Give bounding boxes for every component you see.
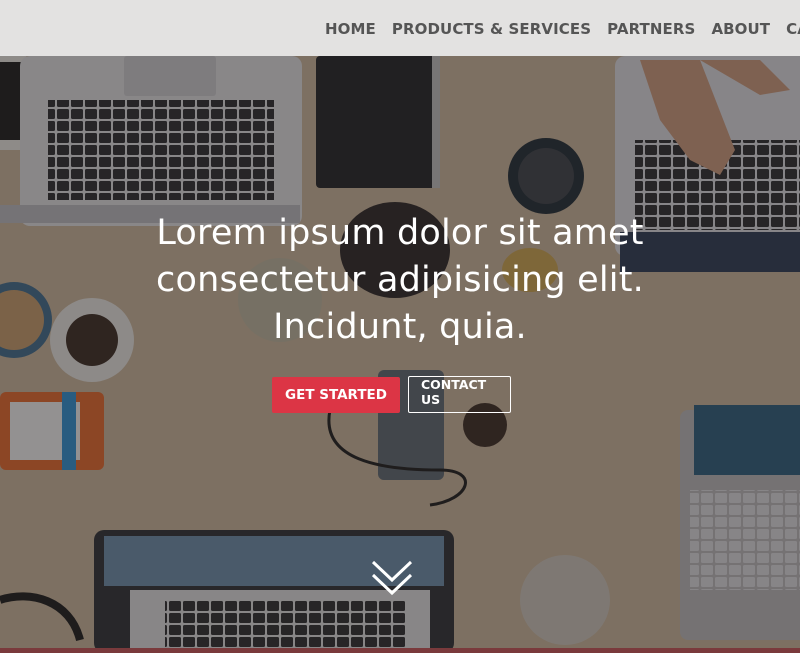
hero-heading-line-2: consectetur adipisicing elit.: [156, 260, 644, 300]
nav-link-about[interactable]: ABOUT: [711, 20, 770, 38]
nav-link-partners[interactable]: PARTNERS: [607, 20, 695, 38]
landing-page: HOME PRODUCTS & SERVICES PARTNERS ABOUT …: [0, 0, 800, 653]
next-section-edge: [0, 648, 800, 653]
nav-link-home[interactable]: HOME: [325, 20, 376, 38]
hero-heading-line-1: Lorem ipsum dolor sit amet: [156, 213, 644, 253]
get-started-button[interactable]: GET STARTED: [272, 377, 400, 413]
top-navbar: HOME PRODUCTS & SERVICES PARTNERS ABOUT …: [0, 0, 800, 56]
hero-button-group: GET STARTED CONTACT US: [272, 376, 511, 413]
nav-menu: HOME PRODUCTS & SERVICES PARTNERS ABOUT …: [325, 0, 800, 56]
nav-link-careers[interactable]: CAREERS: [786, 20, 800, 38]
contact-us-button[interactable]: CONTACT US: [408, 376, 511, 413]
hero-heading-line-3: Incidunt, quia.: [273, 307, 527, 347]
nav-link-products-services[interactable]: PRODUCTS & SERVICES: [392, 20, 591, 38]
double-chevron-down-icon[interactable]: [370, 558, 414, 598]
hero-heading: Lorem ipsum dolor sit amet consectetur a…: [90, 210, 710, 351]
